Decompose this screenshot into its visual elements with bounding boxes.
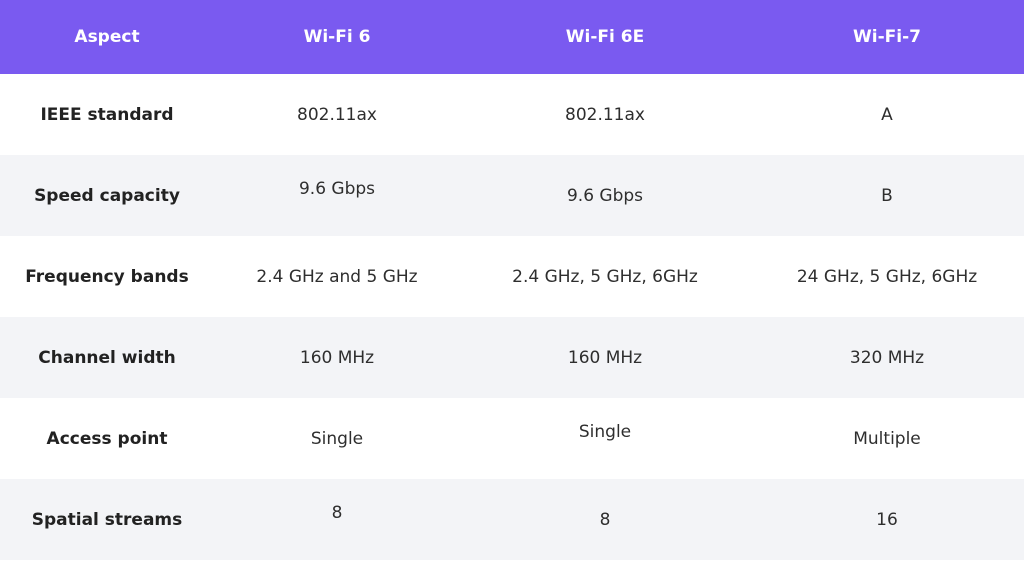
row-label: Speed capacity xyxy=(34,185,180,206)
cell: 2.4 GHz, 5 GHz, 6GHz xyxy=(512,266,698,287)
cell: Multiple xyxy=(853,428,921,449)
header-aspect: Aspect xyxy=(74,27,140,47)
row-label: Spatial streams xyxy=(31,509,183,530)
header-wifi-6e: Wi-Fi 6E xyxy=(565,27,645,47)
row-label: Frequency bands xyxy=(25,266,189,287)
row-label: Channel width xyxy=(38,347,176,368)
cell: 9.6 Gbps xyxy=(566,185,644,206)
table-row: IEEE standard 802.11ax 802.11ax A xyxy=(0,74,1024,155)
cell: 802.11ax xyxy=(565,104,645,125)
cell: 160 MHz xyxy=(299,347,375,368)
table-row: Channel width 160 MHz 160 MHz 320 MHz xyxy=(0,317,1024,398)
cell: 802.11ax xyxy=(297,104,377,125)
cell: 2.4 GHz and 5 GHz xyxy=(256,266,418,287)
cell: 16 xyxy=(876,509,898,530)
cell: 8 xyxy=(331,502,343,523)
table-row: Speed capacity 9.6 Gbps 9.6 Gbps B xyxy=(0,155,1024,236)
header-wifi-7: Wi-Fi-7 xyxy=(853,27,921,47)
table-row: Frequency bands 2.4 GHz and 5 GHz 2.4 GH… xyxy=(0,236,1024,317)
cell: Single xyxy=(310,428,364,449)
cell: 160 MHz xyxy=(567,347,643,368)
row-label: Access point xyxy=(46,428,168,449)
row-label: IEEE standard xyxy=(40,104,174,125)
cell: 8 xyxy=(599,509,611,530)
table-row: Spatial streams 8 8 16 xyxy=(0,479,1024,560)
cell: B xyxy=(881,185,893,206)
table-row: Access point Single Single Multiple xyxy=(0,398,1024,479)
cell: 24 GHz, 5 GHz, 6GHz xyxy=(796,266,978,287)
wifi-comparison-table: Aspect Wi-Fi 6 Wi-Fi 6E Wi-Fi-7 IEEE sta… xyxy=(0,0,1024,560)
cell: A xyxy=(881,104,893,125)
header-wifi-6: Wi-Fi 6 xyxy=(303,27,371,47)
table-header-row: Aspect Wi-Fi 6 Wi-Fi 6E Wi-Fi-7 xyxy=(0,0,1024,74)
cell: Single xyxy=(578,421,632,442)
cell: 9.6 Gbps xyxy=(298,178,376,199)
cell: 320 MHz xyxy=(849,347,925,368)
